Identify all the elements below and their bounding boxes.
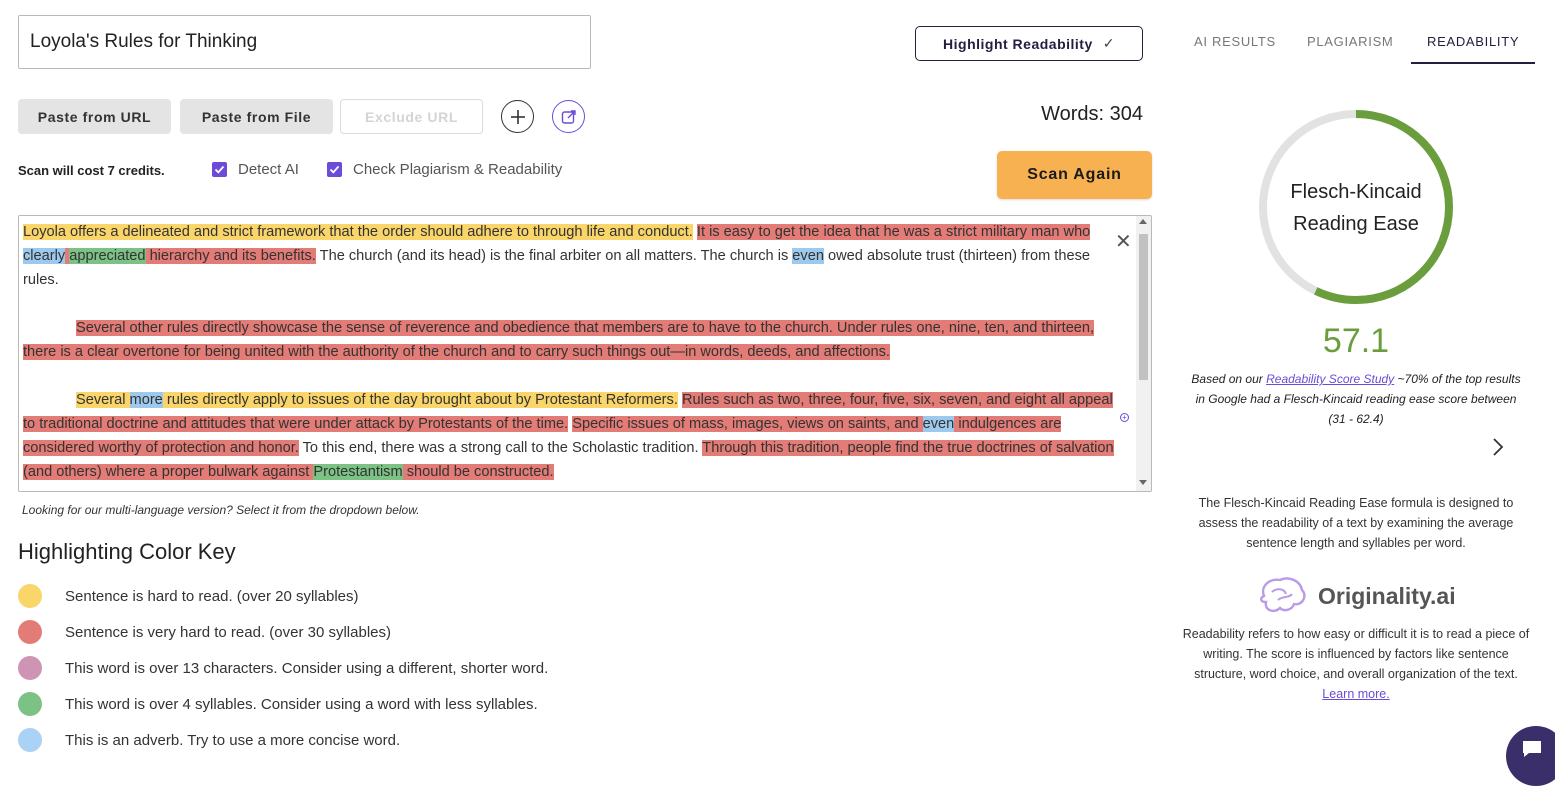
editor-content[interactable]: Loyola offers a delineated and strict fr… — [23, 220, 1114, 484]
color-key-label: This is an adverb. Try to use a more con… — [65, 732, 400, 749]
text-segment: The church (and its head) is the final a… — [316, 248, 792, 264]
chat-widget-button[interactable] — [1506, 726, 1555, 786]
highlight-readability-label: Highlight Readability — [943, 36, 1093, 52]
tab-ai-results[interactable]: AI RESULTS — [1194, 34, 1276, 49]
color-key-label: Sentence is hard to read. (over 20 sylla… — [65, 588, 359, 605]
color-key-label: This word is over 13 characters. Conside… — [65, 660, 548, 677]
share-button[interactable] — [552, 100, 585, 133]
checkbox-checked-icon — [212, 162, 227, 177]
text-segment: hierarchy and its benefits. — [146, 248, 316, 264]
text-segment: Protestantism — [313, 464, 402, 480]
readability-study-link[interactable]: Readability Score Study — [1266, 372, 1394, 386]
scroll-down-arrow-icon[interactable] — [1139, 480, 1147, 485]
tab-readability[interactable]: READABILITY — [1427, 34, 1519, 49]
text-segment: Specific issues of mass, images, views o… — [572, 416, 922, 432]
chevron-right-icon[interactable] — [1489, 436, 1507, 463]
text-segment: It is easy to get the idea that he was a… — [697, 224, 1090, 240]
share-export-icon — [560, 108, 578, 126]
scrollbar-thumb[interactable] — [1139, 234, 1148, 380]
chat-icon — [1520, 738, 1544, 760]
text-segment: clearly — [23, 248, 65, 264]
text-segment: Loyola offers a delineated and strict fr… — [23, 224, 693, 240]
text-segment: should be constructed. — [403, 464, 554, 480]
text-segment: Several — [76, 392, 130, 408]
score-study-note: Based on our Readability Score Study ~70… — [1186, 369, 1526, 429]
formula-description: The Flesch-Kincaid Reading Ease formula … — [1186, 493, 1526, 553]
document-title-input[interactable]: Loyola's Rules for Thinking — [18, 15, 591, 69]
document-title-text: Loyola's Rules for Thinking — [30, 31, 257, 53]
scan-again-button[interactable]: Scan Again — [997, 151, 1152, 199]
text-segment: even — [792, 248, 824, 264]
word-count: Words: 304 — [960, 103, 1143, 126]
color-key-item-long-word: This word is over 13 characters. Conside… — [18, 656, 548, 680]
gauge-label: Flesch-Kincaid Reading Ease — [1268, 176, 1444, 240]
paste-from-file-button[interactable]: Paste from File — [180, 99, 333, 134]
score-study-prefix: Based on our — [1191, 372, 1266, 386]
paste-from-url-label: Paste from URL — [38, 109, 151, 125]
brand-name: Originality.ai — [1318, 583, 1456, 610]
pink-dot-icon — [18, 656, 42, 680]
scan-again-label: Scan Again — [1027, 166, 1122, 184]
checkbox-checked-icon — [327, 162, 342, 177]
close-icon[interactable]: ✕ — [1115, 232, 1132, 252]
text-segment: To this end, there was a strong call to … — [299, 440, 702, 456]
learn-more-link[interactable]: Learn more. — [1322, 687, 1389, 701]
add-button[interactable] — [501, 100, 534, 133]
check-plagiarism-label: Check Plagiarism & Readability — [353, 161, 562, 178]
text-segment: appreciated — [69, 248, 145, 264]
color-key-title: Highlighting Color Key — [18, 539, 236, 565]
check-plagiarism-checkbox[interactable]: Check Plagiarism & Readability — [327, 161, 562, 178]
detect-ai-checkbox[interactable]: Detect AI — [212, 161, 299, 178]
checkmark-icon: ✓ — [1103, 35, 1115, 52]
color-key-label: Sentence is very hard to read. (over 30 … — [65, 624, 391, 641]
tab-plagiarism[interactable]: PLAGIARISM — [1307, 34, 1393, 49]
yellow-dot-icon — [18, 584, 42, 608]
detect-ai-label: Detect AI — [238, 161, 299, 178]
blue-dot-icon — [18, 728, 42, 752]
editor-scrollbar[interactable] — [1136, 216, 1151, 491]
brain-logo-icon — [1256, 576, 1308, 616]
text-segment: Several other rules directly showcase th… — [23, 320, 1094, 360]
color-key-label: This word is over 4 syllables. Consider … — [65, 696, 538, 713]
color-key-item-very-hard: Sentence is very hard to read. (over 30 … — [18, 620, 391, 644]
paste-from-file-label: Paste from File — [202, 109, 311, 125]
color-key-item-hard: Sentence is hard to read. (over 20 sylla… — [18, 584, 359, 608]
text-segment: rules directly apply to issues of the da… — [163, 392, 678, 408]
paragraph-1: Loyola offers a delineated and strict fr… — [23, 220, 1114, 292]
plus-icon — [509, 108, 527, 126]
scan-cost-text: Scan will cost 7 credits. — [18, 163, 165, 178]
exclude-url-button[interactable]: Exclude URL — [340, 99, 483, 134]
green-dot-icon — [18, 692, 42, 716]
paste-from-url-button[interactable]: Paste from URL — [18, 99, 171, 134]
multilang-note: Looking for our multi-language version? … — [22, 503, 420, 517]
color-key-item-syllables: This word is over 4 syllables. Consider … — [18, 692, 538, 716]
readability-description-text: Readability refers to how easy or diffic… — [1183, 627, 1529, 681]
brand-logo: Originality.ai — [1256, 576, 1456, 616]
readability-description: Readability refers to how easy or diffic… — [1180, 624, 1532, 704]
paragraph-2: Several other rules directly showcase th… — [23, 316, 1114, 364]
exclude-url-label: Exclude URL — [365, 109, 458, 125]
add-circle-icon[interactable]: + — [1120, 413, 1129, 422]
paragraph-3: Several more rules directly apply to iss… — [23, 388, 1114, 484]
text-segment: more — [130, 392, 163, 408]
red-dot-icon — [18, 620, 42, 644]
active-tab-indicator — [1411, 62, 1535, 64]
readability-score: 57.1 — [1256, 322, 1456, 361]
text-segment: even — [923, 416, 955, 432]
text-editor[interactable]: Loyola offers a delineated and strict fr… — [18, 215, 1152, 492]
gauge-label-line-1: Flesch-Kincaid — [1268, 176, 1444, 208]
gauge-label-line-2: Reading Ease — [1268, 208, 1444, 240]
highlight-readability-button[interactable]: Highlight Readability ✓ — [915, 26, 1143, 61]
scroll-up-arrow-icon[interactable] — [1139, 219, 1147, 224]
color-key-item-adverb: This is an adverb. Try to use a more con… — [18, 728, 400, 752]
